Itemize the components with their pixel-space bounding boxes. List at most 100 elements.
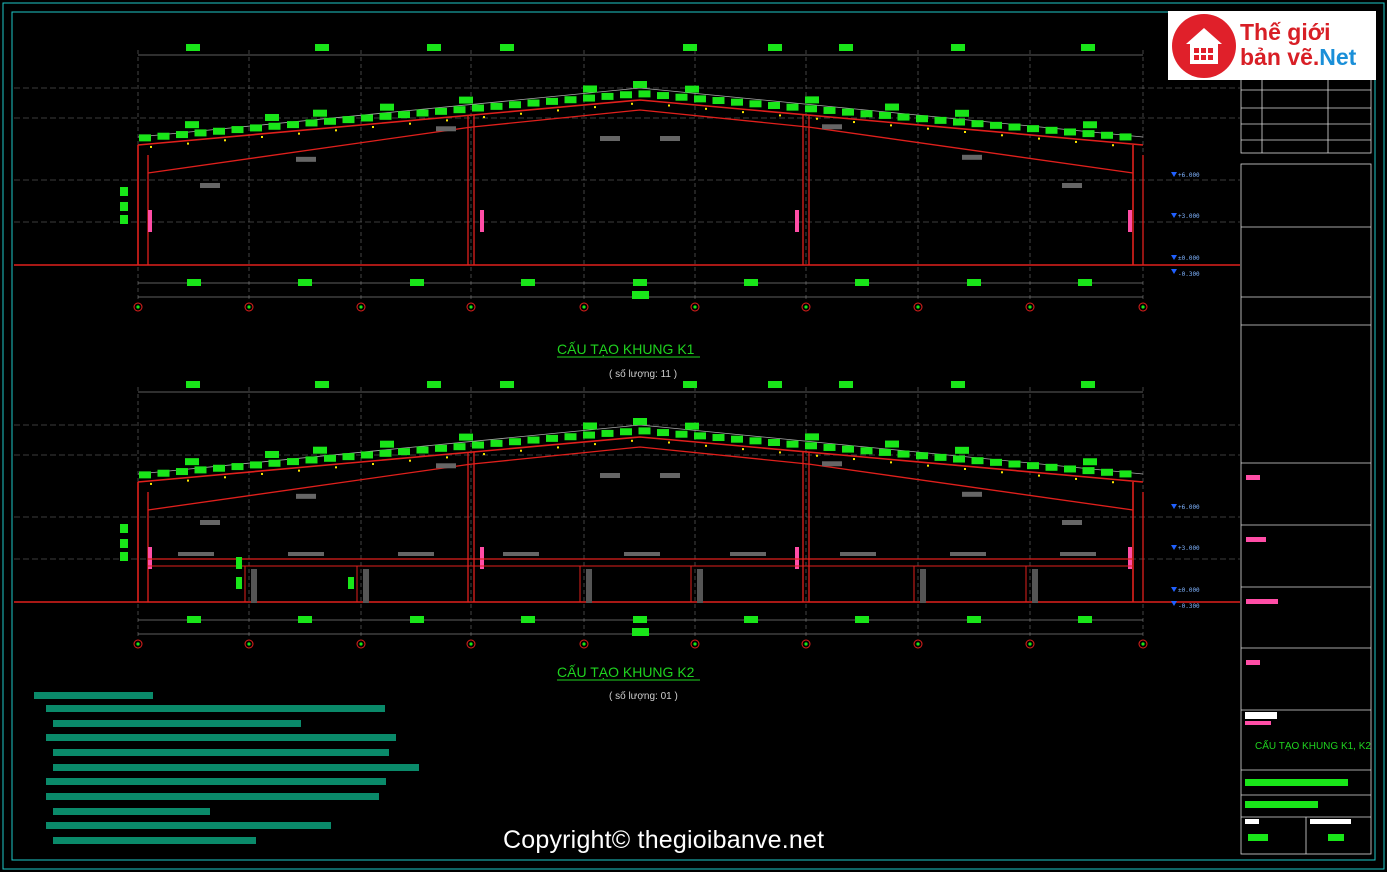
purlin-tag [694,95,706,103]
logo-text-line1: Thế giới [1240,19,1331,45]
member-label [200,183,220,188]
dimension-tag [186,44,200,51]
frame-k1-elevation [14,44,1240,312]
joint-mark [742,111,744,114]
frame-k2-subtitle: ( số lượng: 01 ) [609,690,678,702]
dimension-tag [683,44,697,51]
mezz-column-label [697,569,703,603]
title-block-drawing-title: CẤU TẠO KHUNG K1, K2 [1255,739,1371,752]
axis-bubble-dot [136,642,140,646]
joint-mark [779,114,781,117]
joint-mark [483,116,485,119]
frame-k1-elevation-marks: +6.000 +3.000 ±0.000 -0.300 [1171,172,1200,278]
purlin-tag [231,463,244,471]
joint-mark [261,472,263,475]
purlin-tag [472,104,484,112]
purlin-tag [490,439,503,447]
purlin-tag [638,90,651,98]
purlin-tag [620,91,632,99]
purlin-tag [1045,126,1058,134]
purlin-tag [287,121,299,129]
side-tag [348,577,354,589]
side-tag [120,215,128,224]
beam-label [730,552,766,556]
side-tag [236,557,242,569]
joint-mark [705,107,707,110]
joint-mark [853,458,855,461]
beam-label [503,552,539,556]
dimension-tag [427,381,441,388]
purlin-label-tag [380,440,394,448]
joint-mark [890,124,892,127]
purlin-tag [786,103,799,111]
dimension-tag [632,628,649,636]
purlin-label-tag [313,446,327,454]
dimension-tag [187,279,201,286]
joint-mark [890,461,892,464]
joint-mark [298,132,300,135]
site-logo: Thế giới bản vẽ.Net [1168,11,1376,80]
frame-k1-title: CẤU TẠO KHUNG K1 [557,341,695,357]
dimension-tag [1078,616,1092,623]
column-label [1128,210,1132,232]
purlin-tag [712,97,725,105]
purlin-tag [546,434,558,442]
dimension-tag [855,279,869,286]
purlin-tag [435,107,447,115]
joint-mark [1001,471,1003,474]
purlin-tag [379,449,392,457]
purlin-tag [601,92,614,100]
purlin-tag [1101,468,1113,476]
purlin-tag [472,441,484,449]
side-tag [120,552,128,561]
joint-mark [816,454,818,457]
column-label [480,210,484,232]
member-label [600,473,620,478]
joint-mark [594,443,596,446]
purlin-tag [990,458,1002,466]
purlin-tag [268,459,281,467]
dimension-tag [298,279,312,286]
purlin-tag [490,102,503,110]
purlin-label-tag [805,96,819,104]
purlin-tag [749,437,762,445]
purlin-label-tag [685,85,699,93]
purlin-tag [583,431,595,439]
purlin-tag [1082,467,1095,475]
purlin-tag [1008,460,1021,468]
axis-bubble-dot [693,305,697,309]
side-tag [120,187,128,196]
dimension-tag [410,279,424,286]
purlin-tag [139,471,151,479]
dimension-tag [187,616,201,623]
purlin-label-tag [185,121,199,129]
axis-bubble-dot [916,642,920,646]
purlin-tag [1119,470,1132,478]
frame-k2-elevation-marks: +6.000 +3.000 ±0.000 -0.300 [1171,504,1200,610]
svg-text:-0.300: -0.300 [1178,603,1200,610]
axis-bubble-dot [693,642,697,646]
purlin-tag [268,122,281,130]
purlin-tag [416,446,429,454]
title-block [1240,77,1372,855]
joint-mark [742,448,744,451]
svg-text:±0.000: ±0.000 [1178,587,1200,594]
mezz-column-label [251,569,257,603]
axis-bubble-dot [804,305,808,309]
joint-mark [446,456,448,459]
purlin-tag [934,116,947,124]
axis-bubble-dot [136,305,140,309]
house-icon [1172,14,1236,78]
rafter-bottom [147,446,1134,511]
joint-mark [335,466,337,469]
joint-mark [964,467,966,470]
member-label [822,461,842,467]
dimension-tag [1081,381,1095,388]
purlin-tag [250,461,262,469]
purlin-label-tag [265,113,279,121]
purlin-tag [194,129,207,137]
purlin-label-tag [955,109,969,117]
axis-bubble-dot [1028,642,1032,646]
column-label [148,210,152,232]
purlin-tag [250,124,262,132]
